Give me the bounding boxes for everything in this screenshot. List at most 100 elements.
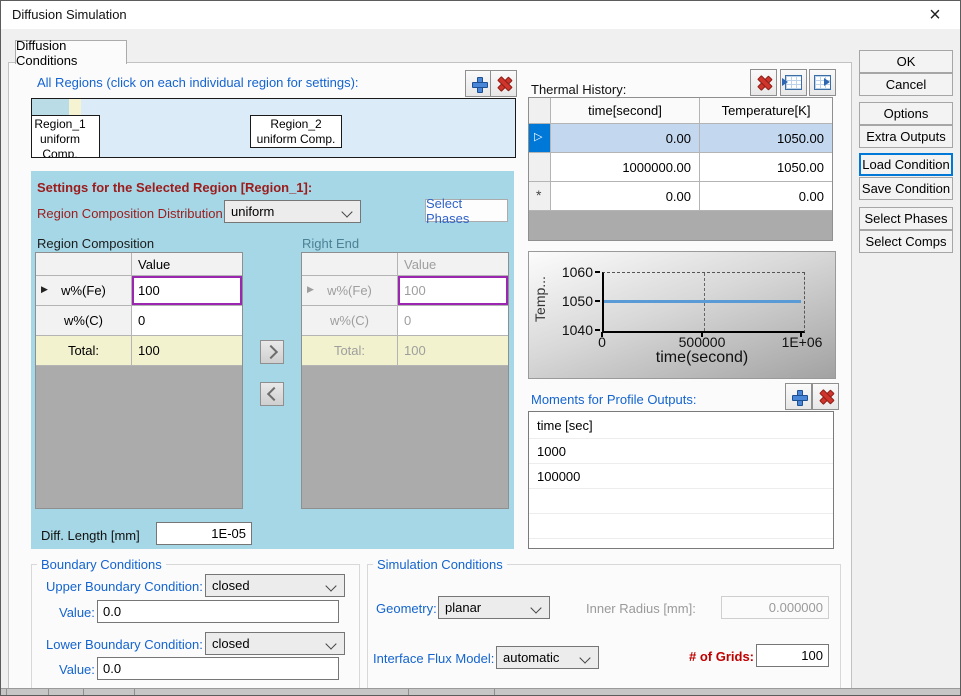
load-condition-button[interactable]: Load Condition: [859, 153, 953, 176]
value-cell: 0: [398, 306, 508, 335]
table-row: w%(C) 0: [302, 306, 508, 336]
region2-name: Region_2: [251, 117, 341, 132]
all-regions-label: All Regions (click on each individual re…: [37, 75, 359, 90]
moments-list[interactable]: time [sec] 1000 100000: [528, 411, 834, 549]
region-composition-table: Value ▶ w%(Fe) 100 w%(C) 0 Total: 100: [35, 252, 243, 509]
chevron-left-icon: [266, 387, 280, 401]
select-comps-button[interactable]: Select Comps: [859, 230, 953, 253]
copy-right-button[interactable]: [260, 340, 284, 364]
row-header-cell[interactable]: ▷: [529, 124, 551, 152]
thermal-append-row-button[interactable]: [809, 69, 836, 96]
tab-diffusion-conditions[interactable]: Diffusion Conditions: [15, 40, 127, 64]
dialog-window: Diffusion Simulation × Diffusion Conditi…: [0, 0, 961, 696]
region2-comp: uniform Comp.: [251, 132, 341, 147]
region1-label-box[interactable]: Region_1 uniform Comp.: [31, 115, 100, 158]
moments-delete-button[interactable]: [812, 383, 839, 410]
geometry-label: Geometry:: [376, 601, 437, 616]
geometry-select[interactable]: planar: [438, 596, 550, 619]
total-label-cell: Total:: [302, 336, 398, 365]
row-header-cell[interactable]: [529, 153, 551, 181]
distribution-select[interactable]: uniform: [224, 200, 361, 223]
chevron-down-icon: [530, 602, 541, 613]
value-cell[interactable]: 0: [132, 306, 242, 335]
temperature-cell[interactable]: 1050.00: [700, 153, 832, 181]
settings-panel: Settings for the Selected Region [Region…: [31, 171, 514, 549]
chevron-down-icon: [579, 652, 590, 663]
window-title: Diffusion Simulation: [12, 7, 127, 22]
temperature-cell[interactable]: 0.00: [700, 182, 832, 210]
current-row-marker-icon: ▶: [307, 284, 314, 295]
thermal-new-row: * 0.00 0.00: [529, 182, 832, 211]
inner-radius-label: Inner Radius [mm]:: [586, 601, 696, 616]
time-cell[interactable]: 0.00: [551, 124, 700, 152]
thermal-row: 1000000.00 1050.00: [529, 153, 832, 182]
lower-value-input[interactable]: 0.0: [97, 657, 339, 680]
inner-radius-input: 0.000000: [721, 596, 829, 619]
right-end-label: Right End: [302, 236, 359, 251]
copy-left-button[interactable]: [260, 382, 284, 406]
options-button[interactable]: Options: [859, 102, 953, 125]
thermal-history-label: Thermal History:: [531, 82, 626, 97]
row-label-cell: ▶ w%(Fe): [36, 276, 132, 305]
time-cell[interactable]: 1000000.00: [551, 153, 700, 181]
interface-flux-model-select[interactable]: automatic: [496, 646, 599, 669]
tab-label: Diffusion Conditions: [16, 38, 126, 68]
extra-outputs-button[interactable]: Extra Outputs: [859, 125, 953, 148]
upper-value-input[interactable]: 0.0: [97, 600, 339, 623]
close-icon[interactable]: ×: [918, 1, 952, 29]
diff-length-label: Diff. Length [mm]: [41, 528, 140, 543]
diff-length-input[interactable]: 1E-05: [156, 522, 252, 545]
grids-label: # of Grids:: [689, 649, 754, 664]
total-value-cell: 100: [132, 336, 242, 365]
upper-value-label: Value:: [59, 605, 95, 620]
thermal-insert-row-button[interactable]: [780, 69, 807, 96]
value-cell[interactable]: 100: [132, 276, 242, 305]
plus-icon: [791, 389, 807, 405]
lower-boundary-select[interactable]: closed: [205, 632, 345, 655]
chart-y-axis-label: Temp...: [532, 254, 550, 344]
row-label-cell: w%(C): [302, 306, 398, 335]
table-row: w%(C) 0: [36, 306, 242, 336]
save-condition-button[interactable]: Save Condition: [859, 177, 953, 200]
region2-label-box[interactable]: Region_2 uniform Comp.: [250, 115, 342, 148]
delete-x-icon: [496, 76, 512, 92]
plus-icon: [471, 76, 487, 92]
regions-strip[interactable]: Region_1 uniform Comp. Region_2 uniform …: [31, 98, 516, 158]
upper-boundary-select[interactable]: closed: [205, 574, 345, 597]
moments-add-button[interactable]: [785, 383, 812, 410]
empty-list-row: [529, 489, 833, 514]
table-append-icon: [814, 75, 831, 90]
select-phases-side-button[interactable]: Select Phases: [859, 207, 953, 230]
thermal-delete-row-button[interactable]: [750, 69, 777, 96]
simulation-conditions-title: Simulation Conditions: [373, 557, 507, 572]
list-item[interactable]: 100000: [529, 464, 833, 489]
value-column-header: Value: [132, 253, 242, 275]
y-tick-label: 1060: [557, 264, 593, 280]
temperature-cell[interactable]: 1050.00: [700, 124, 832, 152]
y-tick: [595, 300, 600, 302]
add-region-button[interactable]: [465, 70, 492, 97]
delete-region-button[interactable]: [490, 70, 517, 97]
select-phases-label: Select Phases: [426, 196, 507, 226]
value-column-header: Value: [398, 253, 508, 275]
row-label-cell: w%(C): [36, 306, 132, 335]
select-phases-button[interactable]: Select Phases: [425, 199, 508, 222]
header-corner-cell: [302, 253, 398, 275]
upper-boundary-label: Upper Boundary Condition:: [46, 579, 203, 594]
cancel-button[interactable]: Cancel: [859, 73, 953, 96]
time-column-header: time[second]: [551, 98, 700, 123]
thermal-row-selected: ▷ 0.00 1050.00: [529, 124, 832, 153]
delete-x-icon: [818, 389, 834, 405]
table-insert-icon: [785, 75, 802, 90]
thermal-header-row: time[second] Temperature[K]: [529, 98, 832, 124]
row-label-cell: ▶ w%(Fe): [302, 276, 398, 305]
list-item[interactable]: 1000: [529, 439, 833, 464]
new-row-marker-icon: *: [536, 187, 541, 203]
upper-boundary-value: closed: [212, 578, 250, 593]
title-bar: Diffusion Simulation ×: [1, 1, 960, 29]
ok-button[interactable]: OK: [859, 50, 953, 73]
row-header-cell[interactable]: *: [529, 182, 551, 210]
geometry-value: planar: [445, 600, 481, 615]
grids-input[interactable]: 100: [756, 644, 829, 667]
time-cell[interactable]: 0.00: [551, 182, 700, 210]
